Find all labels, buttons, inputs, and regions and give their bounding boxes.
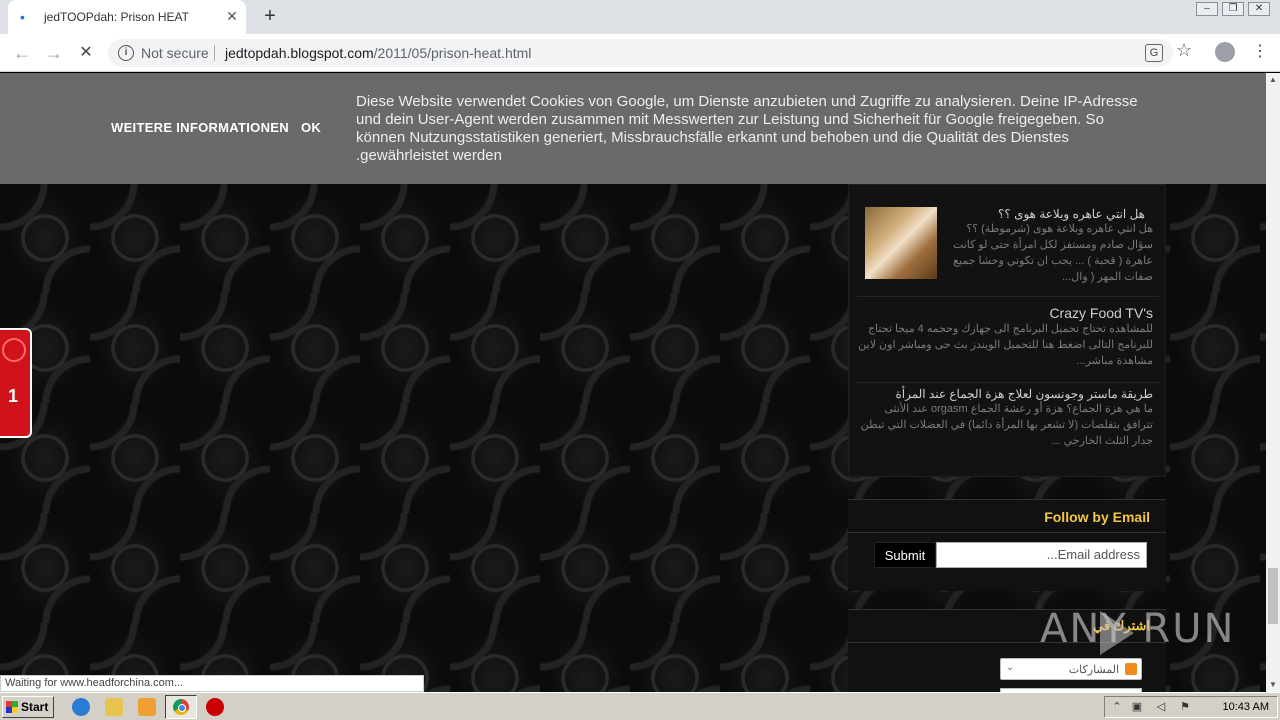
- cookie-consent-bar: WEITERE INFORMATIONEN OK Diese Website v…: [0, 73, 1266, 184]
- chrome-taskbar-button[interactable]: [165, 695, 197, 719]
- address-bar[interactable]: i Not secure jedtopdah.blogspot.com/2011…: [108, 39, 1173, 67]
- system-tray: ⌃ ▣ ◁ ⚑ 10:43 AM: [1104, 696, 1278, 718]
- floating-side-widget[interactable]: 1: [0, 328, 32, 438]
- loading-favicon-icon: •: [20, 9, 25, 25]
- anyrun-watermark: ANY RUN: [1040, 606, 1236, 652]
- play-logo-icon: [1100, 611, 1134, 655]
- internet-explorer-icon[interactable]: [72, 698, 90, 716]
- forward-arrow-icon[interactable]: →: [42, 41, 66, 65]
- browser-tab[interactable]: • jedTOOPdah: Prison HEAT ✕: [8, 0, 246, 34]
- start-label: Start: [21, 700, 49, 714]
- popular-post[interactable]: Crazy Food TV's للمشاهده تحتاج تحميل الب…: [857, 305, 1159, 383]
- opera-icon[interactable]: [206, 698, 224, 716]
- url-path: /2011/05/prison-heat.html: [373, 45, 532, 61]
- omnibox-divider: [214, 45, 215, 61]
- rss-icon: [1125, 663, 1137, 675]
- volume-icon[interactable]: ◁: [1155, 701, 1167, 713]
- scroll-up-icon[interactable]: ▲: [1266, 73, 1280, 87]
- url-text[interactable]: jedtopdah.blogspot.com/2011/05/prison-he…: [225, 45, 531, 61]
- follow-title: Follow by Email: [1044, 509, 1150, 525]
- window-controls: – ❐ ✕: [1196, 2, 1270, 16]
- new-tab-button[interactable]: +: [258, 4, 282, 28]
- windows-taskbar: Start ⌃ ▣ ◁ ⚑ 10:43 AM: [0, 692, 1280, 720]
- chrome-icon: [173, 699, 189, 715]
- popular-posts-widget: هل انتي عاهره وبلاعة هوى ؟؟ هل انتي عاهر…: [848, 184, 1166, 477]
- post-title[interactable]: طريقة ماستر وجونسون لعلاج هزة الجماع عند…: [857, 387, 1159, 401]
- loading-status: Waiting for www.headforchina.com...: [0, 675, 424, 692]
- email-field[interactable]: Email address...: [936, 542, 1147, 568]
- start-button[interactable]: Start: [2, 696, 54, 718]
- tab-strip: • jedTOOPdah: Prison HEAT ✕ + – ❐ ✕: [0, 0, 1280, 34]
- post-thumbnail[interactable]: [865, 207, 937, 279]
- url-host: jedtopdah.blogspot.com: [225, 45, 374, 61]
- posts-subscribe-dropdown[interactable]: المشاركات ⌄: [1000, 658, 1142, 680]
- post-snippet: ما هي هزة الجماع؟ هزة أو رعشة الجماع org…: [860, 403, 1153, 447]
- clock: 10:43 AM: [1222, 701, 1269, 713]
- chevron-down-icon: ⌄: [1006, 662, 1015, 673]
- dropdown-label: المشاركات: [1068, 664, 1119, 676]
- post-snippet: للمشاهده تحتاج تحميل البرنامج الى جهازك …: [858, 323, 1153, 367]
- translate-icon[interactable]: G: [1145, 44, 1163, 62]
- profile-avatar-icon[interactable]: [1215, 42, 1235, 62]
- scroll-thumb[interactable]: [1268, 568, 1278, 624]
- media-player-icon[interactable]: [138, 698, 156, 716]
- side-widget-number: 1: [8, 386, 19, 406]
- close-window-icon[interactable]: ✕: [1248, 2, 1270, 16]
- windows-logo-icon: [6, 701, 18, 713]
- info-icon[interactable]: i: [118, 45, 134, 61]
- badge-icon: [2, 338, 26, 362]
- submit-button[interactable]: Submit: [874, 542, 936, 568]
- tab-title: jedTOOPdah: Prison HEAT: [44, 10, 189, 24]
- back-arrow-icon[interactable]: ←: [10, 41, 34, 65]
- scroll-down-icon[interactable]: ▼: [1266, 678, 1280, 692]
- browser-menu-icon[interactable]: ⋮: [1252, 42, 1268, 62]
- more-info-link[interactable]: WEITERE INFORMATIONEN: [111, 120, 289, 135]
- folder-icon[interactable]: [105, 698, 123, 716]
- close-tab-icon[interactable]: ✕: [224, 8, 240, 24]
- tray-expand-icon[interactable]: ⌃: [1111, 701, 1123, 713]
- popular-post[interactable]: هل انتي عاهره وبلاعة هوى ؟؟ هل انتي عاهر…: [857, 207, 1159, 297]
- cookie-ok-button[interactable]: OK: [301, 120, 321, 135]
- stop-loading-icon[interactable]: ✕: [74, 41, 98, 65]
- flag-icon[interactable]: ⚑: [1179, 701, 1191, 713]
- restore-icon[interactable]: ❐: [1222, 2, 1244, 16]
- network-icon[interactable]: ▣: [1131, 701, 1143, 713]
- post-title[interactable]: Crazy Food TV's: [857, 305, 1159, 321]
- previous-post-fade: [857, 185, 1159, 195]
- browser-toolbar: ← → ✕ i Not secure jedtopdah.blogspot.co…: [0, 34, 1280, 72]
- page-scrollbar[interactable]: ▲ ▼: [1266, 73, 1280, 692]
- security-label[interactable]: Not secure: [141, 45, 209, 61]
- bookmark-star-icon[interactable]: ☆: [1176, 40, 1192, 61]
- popular-post[interactable]: طريقة ماستر وجونسون لعلاج هزة الجماع عند…: [857, 387, 1159, 467]
- post-snippet: هل انتي عاهره وبلاعة هوى (شرموطة) ؟؟ سؤا…: [952, 223, 1153, 283]
- follow-by-email-widget: Follow by Email Email address... Submit: [848, 499, 1166, 591]
- cookie-message: Diese Website verwendet Cookies von Goog…: [356, 93, 1138, 164]
- divider: [848, 532, 1166, 533]
- minimize-icon[interactable]: –: [1196, 2, 1218, 16]
